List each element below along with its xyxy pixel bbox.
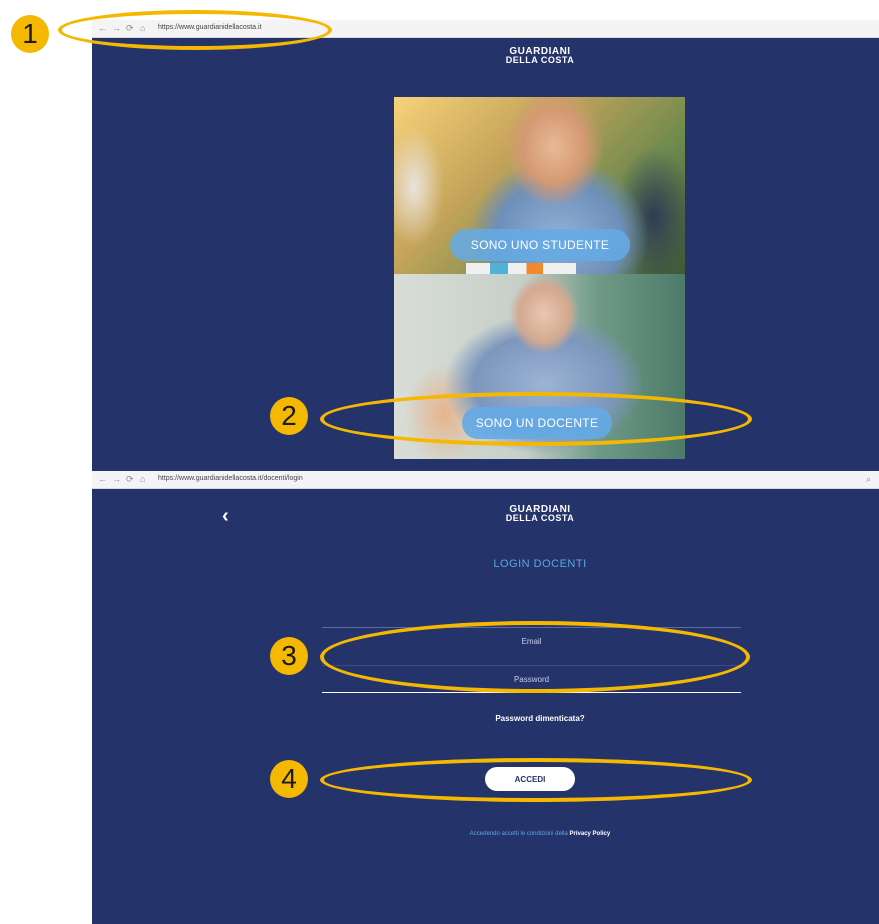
step-badge-2: 2 — [270, 397, 308, 435]
privacy-notice: Accedendo accetti le condizioni della Pr… — [380, 831, 700, 837]
home-icon[interactable]: ⌂ — [140, 474, 145, 484]
privacy-policy-link[interactable]: Privacy Policy — [570, 831, 611, 837]
step-badge-3: 3 — [270, 637, 308, 675]
logo-line-2: DELLA COSTA — [505, 513, 575, 523]
step-badge-1: 1 — [11, 15, 49, 53]
teacher-login-page — [92, 489, 879, 924]
logo-line-2: DELLA COSTA — [505, 55, 575, 65]
back-arrow-icon[interactable]: ← — [98, 474, 107, 484]
forward-arrow-icon[interactable]: → — [112, 474, 121, 484]
browser-toolbar-bottom: ← → ⟳ ⌂ https://www.guardianidellacosta.… — [92, 471, 879, 489]
step-badge-4: 4 — [270, 760, 308, 798]
site-logo[interactable]: GUARDIANI DELLA COSTA — [490, 505, 590, 523]
site-logo[interactable]: GUARDIANI DELLA COSTA — [490, 47, 590, 65]
student-button[interactable]: SONO UNO STUDENTE — [450, 229, 630, 261]
search-icon[interactable]: ⌕ — [866, 474, 871, 485]
highlight-ellipse-3 — [320, 621, 750, 693]
highlight-ellipse-4 — [320, 758, 752, 802]
privacy-text: Accedendo accetti le condizioni della — [469, 831, 568, 837]
highlight-ellipse-1 — [58, 10, 332, 50]
backpack-stripes — [466, 263, 576, 274]
reload-icon[interactable]: ⟳ — [126, 474, 134, 485]
forgot-password-link[interactable]: Password dimenticata? — [380, 714, 700, 723]
highlight-ellipse-2 — [320, 392, 752, 446]
address-bar[interactable]: https://www.guardianidellacosta.it/docen… — [158, 475, 303, 482]
back-chevron-icon[interactable]: ‹ — [222, 505, 229, 528]
login-title: LOGIN DOCENTI — [493, 558, 587, 570]
